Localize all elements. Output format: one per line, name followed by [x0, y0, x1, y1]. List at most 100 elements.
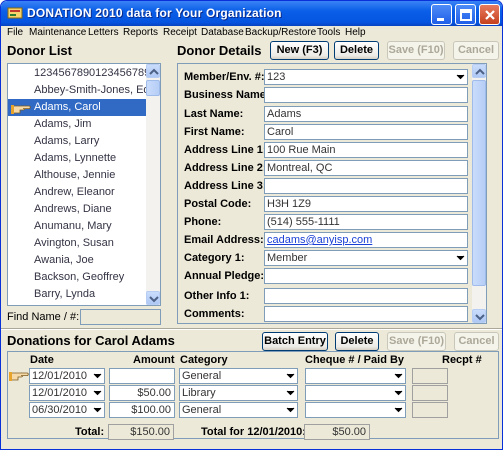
menu-bar: File Maintenance Letters Reports Receipt…: [1, 26, 502, 40]
comments-field[interactable]: [264, 306, 468, 322]
dropdown-arrow-icon[interactable]: [91, 369, 104, 383]
list-item[interactable]: Adams, Jim: [8, 116, 146, 133]
date-field[interactable]: 12/01/2010: [29, 368, 105, 384]
dropdown-arrow-icon[interactable]: [392, 369, 405, 383]
donations-title: Donations for Carol Adams: [7, 333, 175, 348]
chevron-down-icon: [149, 296, 159, 303]
category-dropdown[interactable]: General: [179, 402, 298, 418]
dropdown-arrow-icon[interactable]: [392, 403, 405, 417]
address-line-3-field[interactable]: [264, 178, 468, 194]
dropdown-arrow-icon[interactable]: [91, 386, 104, 400]
list-item[interactable]: Andrews, Diane: [8, 201, 146, 218]
email-link[interactable]: cadams@anyisp.com: [267, 234, 372, 246]
first-name-label: First Name:: [184, 126, 245, 138]
amount-field[interactable]: [109, 368, 175, 384]
category-dropdown[interactable]: Library: [179, 385, 298, 401]
cheque-dropdown[interactable]: [305, 402, 406, 418]
details-scrollbar[interactable]: [472, 64, 486, 323]
phone-label: Phone:: [184, 216, 222, 228]
menu-letters[interactable]: Letters: [88, 27, 119, 38]
first-name-field[interactable]: Carol: [264, 124, 468, 140]
delete-donation-button[interactable]: Delete: [335, 332, 379, 351]
amount-column-header: Amount: [133, 354, 175, 366]
maximize-button[interactable]: [455, 4, 476, 25]
menu-backup-restore[interactable]: Backup/Restore: [245, 27, 316, 38]
business-name-field[interactable]: [264, 87, 468, 103]
list-item[interactable]: Adams, Larry: [8, 133, 146, 150]
dropdown-arrow-icon[interactable]: [392, 386, 405, 400]
app-icon: [7, 7, 23, 19]
total-value: $150.00: [108, 424, 174, 440]
email-field[interactable]: cadams@anyisp.com: [264, 232, 468, 248]
scroll-down-button[interactable]: [472, 309, 486, 323]
donor-details-title: Donor Details: [177, 43, 262, 58]
cancel-donor-button[interactable]: Cancel: [453, 41, 499, 60]
menu-tools[interactable]: Tools: [317, 27, 340, 38]
minimize-button[interactable]: [431, 4, 452, 25]
list-item[interactable]: Anumanu, Mary: [8, 218, 146, 235]
list-item[interactable]: Awania, Joe: [8, 252, 146, 269]
total-for-date-label: Total for 12/01/2010:: [201, 426, 306, 438]
list-item[interactable]: 1234567890123456789: [8, 65, 146, 82]
menu-reports[interactable]: Reports: [123, 27, 158, 38]
phone-field[interactable]: (514) 555-1111: [264, 214, 468, 230]
annual-pledge-field[interactable]: [264, 268, 468, 284]
cancel-donation-button[interactable]: Cancel: [454, 332, 499, 351]
scroll-down-button[interactable]: [146, 291, 160, 305]
category-1-dropdown[interactable]: Member: [264, 250, 468, 266]
list-item[interactable]: Barry, Lynda: [8, 286, 146, 303]
cheque-dropdown[interactable]: [305, 368, 406, 384]
donor-list-scrollbar[interactable]: [146, 64, 160, 305]
last-name-field[interactable]: Adams: [264, 106, 468, 122]
list-item[interactable]: Avington, Susan: [8, 235, 146, 252]
dropdown-arrow-icon[interactable]: [284, 403, 297, 417]
member-env-dropdown[interactable]: 123: [264, 69, 468, 85]
address-line-3-label: Address Line 3:: [184, 180, 267, 192]
member-env-label: Member/Env. #:: [184, 71, 265, 83]
amount-field[interactable]: $50.00: [109, 385, 175, 401]
close-button[interactable]: [479, 4, 500, 25]
menu-receipt[interactable]: Receipt: [163, 27, 197, 38]
list-item[interactable]: Althouse, Jennie: [8, 167, 146, 184]
list-item[interactable]: Abbey-Smith-Jones, Edward: [8, 82, 146, 99]
menu-maintenance[interactable]: Maintenance: [29, 27, 86, 38]
save-donor-button[interactable]: Save (F10): [387, 41, 445, 60]
postal-code-field[interactable]: H3H 1Z9: [264, 196, 468, 212]
scroll-thumb[interactable]: [146, 80, 160, 96]
dropdown-arrow-icon[interactable]: [454, 70, 467, 84]
address-line-2-field[interactable]: Montreal, QC: [264, 160, 468, 176]
donor-listbox[interactable]: 1234567890123456789 Abbey-Smith-Jones, E…: [7, 63, 161, 306]
list-item[interactable]: Adams, Lynnette: [8, 150, 146, 167]
cheque-dropdown[interactable]: [305, 385, 406, 401]
scroll-up-button[interactable]: [472, 64, 486, 78]
find-name-input[interactable]: [80, 309, 161, 325]
amount-field[interactable]: $100.00: [109, 402, 175, 418]
receipt-field: [412, 368, 448, 384]
last-name-label: Last Name:: [184, 108, 244, 120]
scroll-up-button[interactable]: [146, 64, 160, 78]
title-bar[interactable]: DONATION 2010 data for Your Organization: [1, 1, 502, 26]
dropdown-arrow-icon[interactable]: [284, 386, 297, 400]
delete-donor-button[interactable]: Delete: [334, 41, 379, 60]
list-item[interactable]: Andrew, Eleanor: [8, 184, 146, 201]
new-donor-button[interactable]: New (F3): [270, 41, 329, 60]
save-donation-button[interactable]: Save (F10): [387, 332, 446, 351]
cheque-column-header: Cheque # / Paid By: [305, 354, 405, 366]
date-field[interactable]: 06/30/2010: [29, 402, 105, 418]
menu-help[interactable]: Help: [345, 27, 366, 38]
dropdown-arrow-icon[interactable]: [91, 403, 104, 417]
category-1-value: Member: [267, 252, 308, 264]
scroll-thumb[interactable]: [472, 80, 486, 286]
menu-database[interactable]: Database: [201, 27, 244, 38]
dropdown-arrow-icon[interactable]: [454, 251, 467, 265]
batch-entry-button[interactable]: Batch Entry: [262, 332, 328, 351]
address-line-1-field[interactable]: 100 Rue Main: [264, 142, 468, 158]
dropdown-arrow-icon[interactable]: [284, 369, 297, 383]
list-item[interactable]: Backson, Geoffrey: [8, 269, 146, 286]
category-dropdown[interactable]: General: [179, 368, 298, 384]
date-field[interactable]: 12/01/2010: [29, 385, 105, 401]
other-info-1-field[interactable]: [264, 288, 468, 304]
menu-file[interactable]: File: [7, 27, 23, 38]
address-line-2-label: Address Line 2:: [184, 162, 267, 174]
receipt-field: [412, 402, 448, 418]
